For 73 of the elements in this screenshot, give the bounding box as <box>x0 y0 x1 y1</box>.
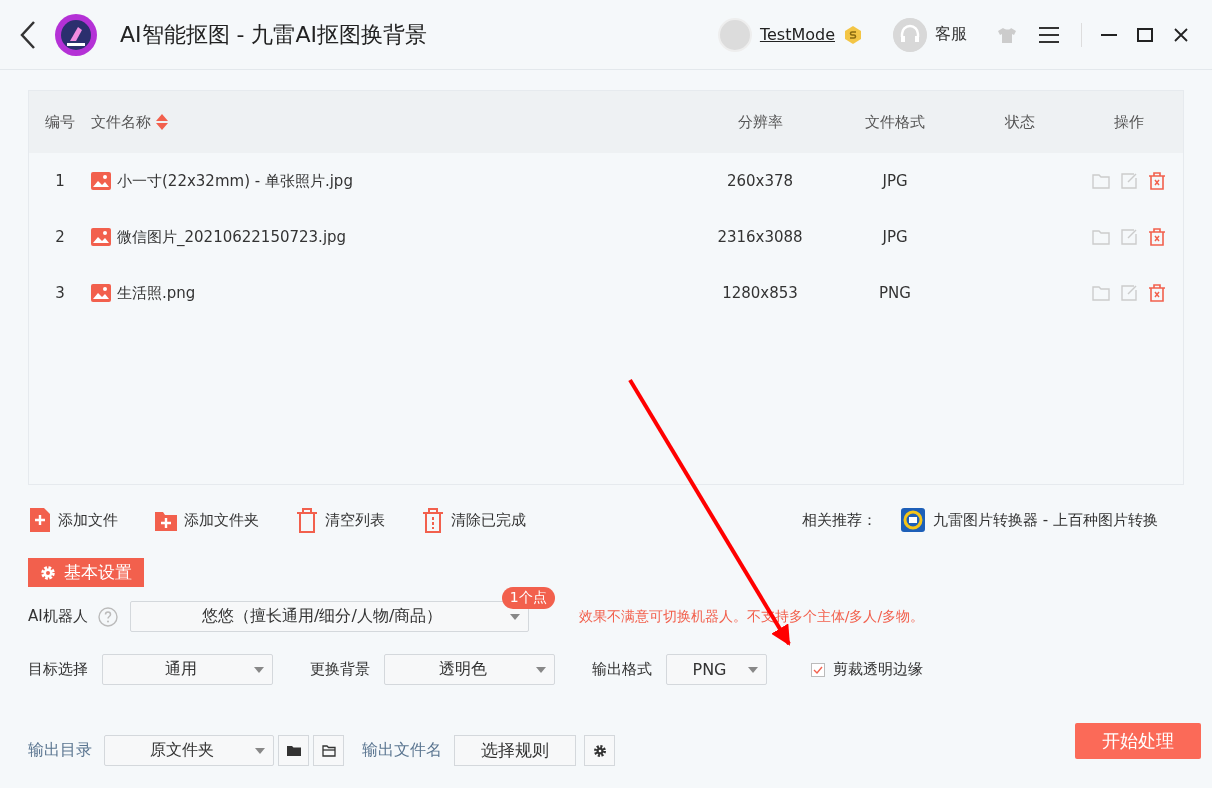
recommend-label: 相关推荐： <box>802 510 878 530</box>
column-header: 文件格式 <box>864 112 926 132</box>
format-cell-text: JPG <box>880 172 909 190</box>
recommend-app-link[interactable]: 九雷图片转换器 - 上百种图片转换 <box>933 510 1158 530</box>
folder-icon <box>321 743 336 758</box>
column-header: 分辨率 <box>736 112 784 132</box>
caret-icon <box>254 667 264 673</box>
toolbar-button[interactable]: 清空列表 <box>295 507 385 533</box>
file-name: 小一寸(22x32mm) - 单张照片.jpg <box>117 171 353 191</box>
user-name-link[interactable]: TestMode <box>759 25 835 44</box>
option-dropdown[interactable]: 通用 <box>102 654 273 685</box>
option-label: 输出格式 <box>592 660 652 679</box>
settings-button[interactable] <box>584 735 615 766</box>
trash-icon <box>295 507 319 533</box>
column-header: 编号 <box>44 112 76 132</box>
edit-icon[interactable] <box>1120 172 1138 190</box>
edit-icon[interactable] <box>1120 228 1138 246</box>
image-file-icon <box>91 172 111 190</box>
column-header: 操作 <box>1113 112 1145 132</box>
folder-button[interactable] <box>278 735 309 766</box>
caret-icon <box>509 614 520 620</box>
checkbox[interactable] <box>811 662 825 677</box>
output-dir-label: 输出目录 <box>28 740 92 761</box>
delete-icon[interactable] <box>1148 172 1166 190</box>
coin-icon <box>843 24 863 45</box>
option-dropdown[interactable]: PNG <box>666 654 767 685</box>
gear-icon <box>40 564 56 581</box>
window-title: AI智能抠图 - 九雷AI抠图换背景 <box>120 20 428 49</box>
app-logo-icon <box>54 12 98 57</box>
option-label: 目标选择 <box>28 660 88 679</box>
open-folder-button[interactable] <box>313 735 344 766</box>
resolution-cell-text: 1280x853 <box>721 284 799 302</box>
checkbox-label[interactable]: 剪裁透明边缘 <box>833 660 923 679</box>
converter-app-icon[interactable] <box>901 508 926 532</box>
file-name: 微信图片_20210622150723.jpg <box>117 227 347 247</box>
output-name-label: 输出文件名 <box>362 740 442 761</box>
row-number: 3 <box>54 284 66 302</box>
trash-icon <box>421 507 445 533</box>
option-dropdown[interactable]: 透明色 <box>384 654 555 685</box>
image-file-icon <box>91 284 111 302</box>
column-header[interactable]: 文件名称 <box>91 112 151 132</box>
format-cell-text: PNG <box>878 284 912 302</box>
row-number: 2 <box>54 228 66 246</box>
maximize-icon[interactable] <box>1136 25 1154 44</box>
option-label: 更换背景 <box>310 660 370 679</box>
toolbar-button[interactable]: 添加文件 <box>28 507 118 533</box>
file-plus-icon <box>28 507 52 533</box>
caret-icon <box>536 667 546 673</box>
toolbar-button[interactable]: 添加文件夹 <box>154 507 259 533</box>
help-icon[interactable] <box>97 606 118 627</box>
sort-icon[interactable] <box>155 113 169 131</box>
resolution-cell-text: 2316x3088 <box>716 228 804 246</box>
output-dir-dropdown[interactable]: 原文件夹 <box>104 735 274 766</box>
caret-icon <box>748 667 758 673</box>
gear-icon <box>592 743 607 758</box>
edit-icon[interactable] <box>1120 284 1138 302</box>
resolution-cell-text: 260x378 <box>725 172 795 190</box>
caret-icon <box>255 748 265 754</box>
column-header: 状态 <box>1004 112 1036 132</box>
folder-icon <box>286 743 301 758</box>
robot-label: AI机器人 <box>28 607 88 626</box>
delete-icon[interactable] <box>1148 228 1166 246</box>
menu-icon[interactable] <box>1039 24 1059 45</box>
row-number: 1 <box>54 172 66 190</box>
file-name: 生活照.png <box>117 283 196 303</box>
delete-icon[interactable] <box>1148 284 1166 302</box>
image-file-icon <box>91 228 111 246</box>
close-icon[interactable] <box>1172 25 1190 44</box>
cost-badge: 1个点 <box>501 587 555 609</box>
toolbar-button[interactable]: 清除已完成 <box>421 507 526 533</box>
format-cell-text: JPG <box>880 228 909 246</box>
customer-service-label[interactable]: 客服 <box>935 24 967 45</box>
rule-button[interactable]: 选择规则 <box>454 735 576 766</box>
